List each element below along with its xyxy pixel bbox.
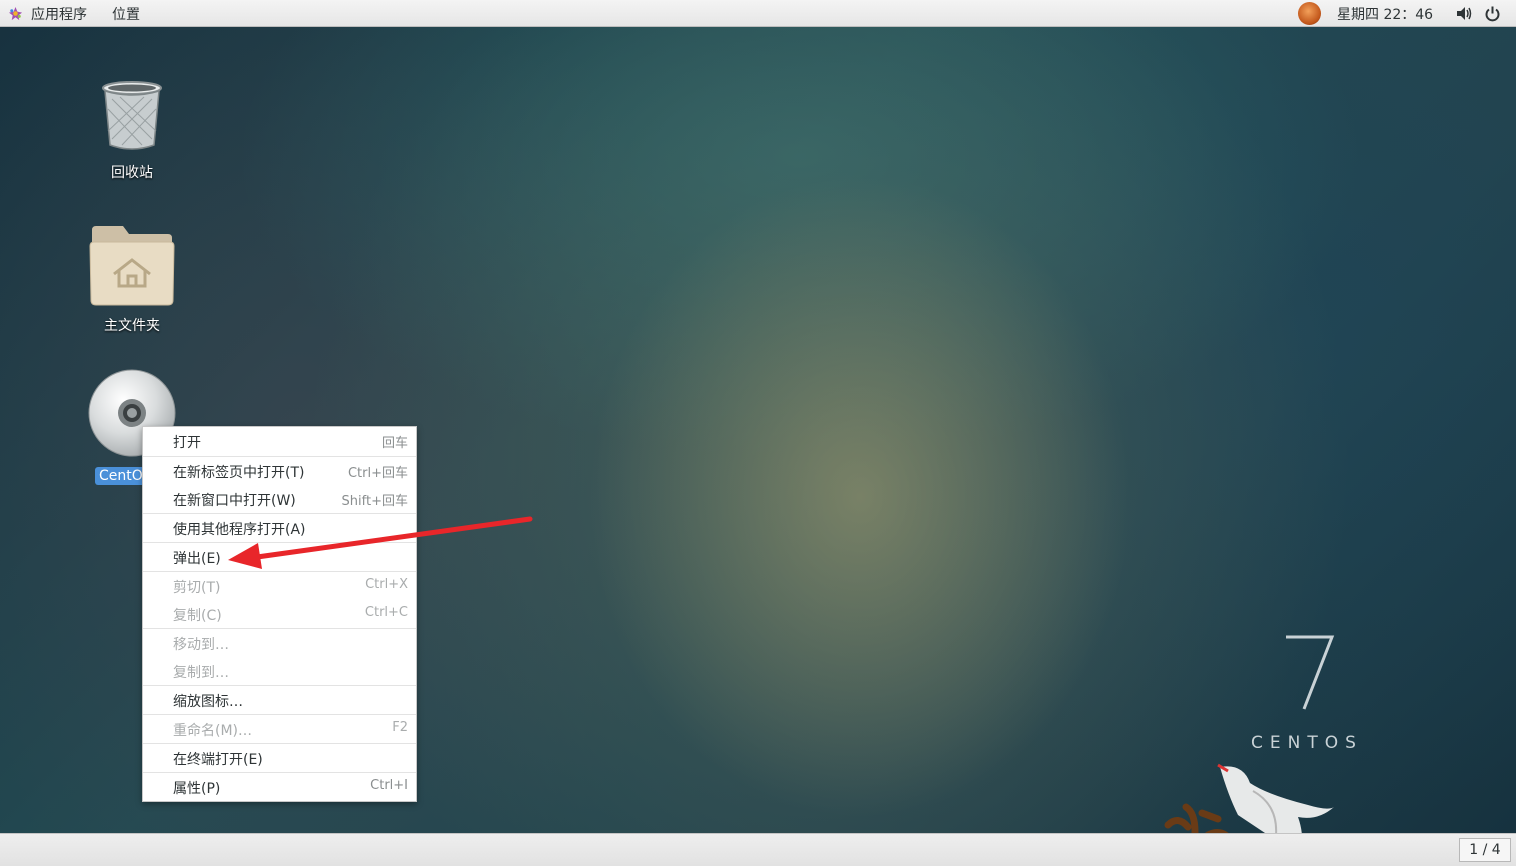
menu-item-shortcut: Ctrl+I: [370, 778, 408, 793]
applications-menu[interactable]: 应用程序: [31, 4, 87, 24]
context-menu: 打开 回车 在新标签页中打开(T) Ctrl+回车 在新窗口中打开(W) Shi…: [142, 426, 417, 802]
menu-item-label: 弹出(E): [173, 551, 221, 567]
menu-item-shortcut: Shift+回车: [341, 494, 408, 509]
menu-item-label: 移动到…: [173, 637, 229, 653]
menu-item-label: 缩放图标…: [173, 694, 243, 710]
menu-item-label: 在新窗口中打开(W): [173, 493, 296, 509]
menu-item-label: 在终端打开(E): [173, 752, 263, 768]
home-folder-label: 主文件夹: [104, 318, 160, 334]
menu-item-copy-to[interactable]: 复制到…: [143, 657, 416, 685]
menu-item-copy[interactable]: 复制(C) Ctrl+C: [143, 600, 416, 628]
volume-icon[interactable]: [1455, 5, 1473, 22]
top-panel: 应用程序 位置 星期四 22：46: [0, 0, 1516, 27]
menu-item-label: 在新标签页中打开(T): [173, 465, 305, 481]
menu-item-eject[interactable]: 弹出(E): [143, 543, 416, 571]
menu-item-label: 剪切(T): [173, 580, 221, 596]
trash-icon: [102, 81, 162, 150]
power-icon[interactable]: [1484, 5, 1501, 22]
menu-item-label: 复制到…: [173, 665, 229, 681]
menu-item-open[interactable]: 打开 回车: [143, 427, 416, 455]
places-menu[interactable]: 位置: [112, 4, 140, 24]
menu-item-move-to[interactable]: 移动到…: [143, 629, 416, 657]
bottom-panel: 1 / 4: [0, 833, 1516, 866]
menu-item-open-new-window[interactable]: 在新窗口中打开(W) Shift+回车: [143, 485, 416, 513]
menu-item-open-in-terminal[interactable]: 在终端打开(E): [143, 744, 416, 772]
menu-item-label: 复制(C): [173, 608, 222, 624]
clock[interactable]: 星期四 22：46: [1337, 4, 1433, 24]
menu-item-label: 打开: [173, 435, 201, 451]
menu-item-shortcut: 回车: [381, 436, 408, 451]
applications-icon: [8, 6, 23, 21]
workspace-switcher[interactable]: 1 / 4: [1459, 838, 1511, 862]
menu-item-label: 使用其他程序打开(A): [173, 522, 306, 538]
menu-item-resize-icon[interactable]: 缩放图标…: [143, 686, 416, 714]
crane-watermark-icon: [1164, 763, 1334, 833]
menu-item-properties[interactable]: 属性(P) Ctrl+I: [143, 773, 416, 801]
tray-app-icon[interactable]: [1298, 2, 1321, 25]
menu-item-open-with[interactable]: 使用其他程序打开(A): [143, 514, 416, 542]
logo-seven: [1286, 635, 1335, 710]
menu-item-shortcut: F2: [392, 720, 408, 735]
menu-item-shortcut: Ctrl+X: [365, 577, 408, 592]
menu-item-open-new-tab[interactable]: 在新标签页中打开(T) Ctrl+回车: [143, 457, 416, 485]
home-folder-icon: [89, 226, 175, 306]
menu-item-label: 重命名(M)…: [173, 723, 253, 739]
trash-label: 回收站: [111, 165, 153, 181]
logo-word: CENTOS: [1251, 733, 1363, 753]
desktop-icon-home[interactable]: 主文件夹: [72, 224, 192, 336]
menu-item-cut[interactable]: 剪切(T) Ctrl+X: [143, 572, 416, 600]
menu-item-rename[interactable]: 重命名(M)… F2: [143, 715, 416, 743]
menu-item-shortcut: Ctrl+C: [364, 605, 408, 620]
menu-item-label: 属性(P): [173, 781, 221, 797]
menu-item-shortcut: Ctrl+回车: [347, 466, 408, 481]
desktop-icon-trash[interactable]: 回收站: [72, 79, 192, 183]
